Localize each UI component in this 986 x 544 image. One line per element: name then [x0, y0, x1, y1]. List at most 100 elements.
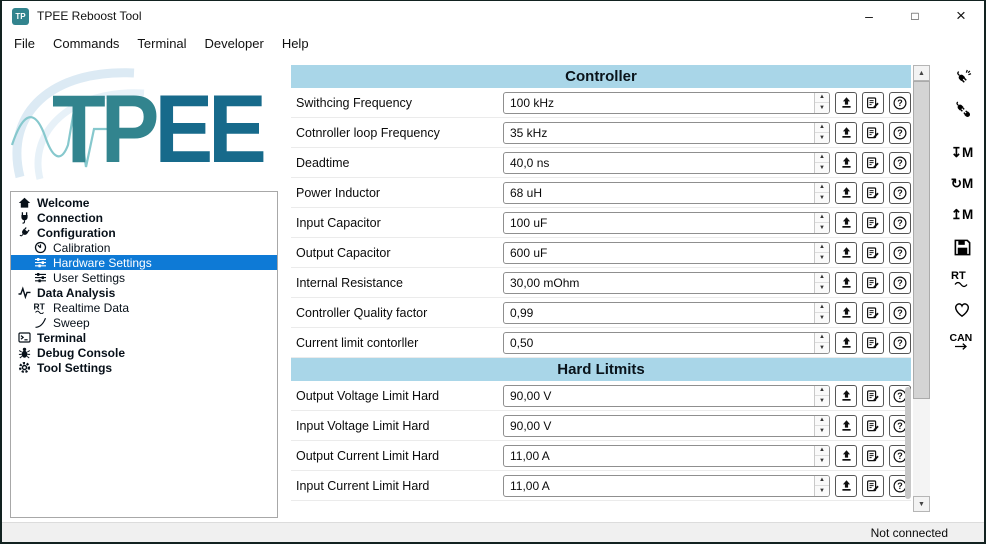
sidebar-item-terminal[interactable]: Terminal — [11, 330, 277, 345]
sidebar-item-user-settings[interactable]: User Settings — [11, 270, 277, 285]
spin-down-button[interactable]: ▼ — [815, 193, 829, 203]
help-button[interactable]: ? — [889, 151, 911, 174]
spin-down-button[interactable]: ▼ — [815, 456, 829, 466]
eeprom-write-button[interactable] — [862, 121, 884, 144]
help-button[interactable]: ? — [889, 211, 911, 234]
menu-developer[interactable]: Developer — [196, 33, 273, 54]
help-button[interactable]: ? — [889, 301, 911, 324]
sidebar-item-sweep[interactable]: Sweep — [11, 315, 277, 330]
cotnroller-loop-frequency-input[interactable]: 35 kHz ▲ ▼ — [503, 121, 830, 144]
upload-button[interactable] — [835, 414, 857, 437]
help-button[interactable]: ? — [889, 181, 911, 204]
sidebar-item-tool-settings[interactable]: Tool Settings — [11, 360, 277, 375]
menu-help[interactable]: Help — [273, 33, 318, 54]
spin-up-button[interactable]: ▲ — [815, 385, 829, 396]
input-voltage-limit-hard-input[interactable]: 90,00 V ▲ ▼ — [503, 414, 830, 437]
spin-down-button[interactable]: ▼ — [815, 253, 829, 263]
menu-file[interactable]: File — [5, 33, 44, 54]
spin-up-button[interactable]: ▲ — [815, 122, 829, 133]
scroll-down-icon[interactable]: ▼ — [913, 496, 930, 512]
health-button[interactable] — [946, 300, 978, 324]
spin-up-button[interactable]: ▲ — [815, 182, 829, 193]
spin-up-button[interactable]: ▲ — [815, 152, 829, 163]
memory-store-button[interactable]: ↧M — [946, 141, 978, 165]
current-limit-contorller-input[interactable]: 0,50 ▲ ▼ — [503, 331, 830, 354]
internal-resistance-input[interactable]: 30,00 mOhm ▲ ▼ — [503, 271, 830, 294]
spin-up-button[interactable]: ▲ — [815, 92, 829, 103]
inner-scrollbar-thumb[interactable] — [905, 387, 911, 499]
input-capacitor-input[interactable]: 100 uF ▲ ▼ — [503, 211, 830, 234]
spin-up-button[interactable]: ▲ — [815, 475, 829, 486]
eeprom-write-button[interactable] — [862, 301, 884, 324]
spin-down-button[interactable]: ▼ — [815, 426, 829, 436]
menu-commands[interactable]: Commands — [44, 33, 128, 54]
help-button[interactable]: ? — [889, 121, 911, 144]
save-button[interactable] — [946, 238, 978, 262]
spin-up-button[interactable]: ▲ — [815, 302, 829, 313]
sidebar-item-realtime-data[interactable]: RT Realtime Data — [11, 300, 277, 315]
sidebar-item-connection[interactable]: Connection — [11, 210, 277, 225]
help-button[interactable]: ? — [889, 331, 911, 354]
eeprom-write-button[interactable] — [862, 444, 884, 467]
help-button[interactable]: ? — [889, 91, 911, 114]
memory-load-button[interactable]: ↥M — [946, 203, 978, 227]
spin-down-button[interactable]: ▼ — [815, 396, 829, 406]
spin-down-button[interactable]: ▼ — [815, 223, 829, 233]
help-button[interactable]: ? — [889, 241, 911, 264]
upload-button[interactable] — [835, 151, 857, 174]
output-voltage-limit-hard-input[interactable]: 90,00 V ▲ ▼ — [503, 384, 830, 407]
spin-down-button[interactable]: ▼ — [815, 343, 829, 353]
upload-button[interactable] — [835, 444, 857, 467]
sidebar-item-data-analysis[interactable]: Data Analysis — [11, 285, 277, 300]
eeprom-write-button[interactable] — [862, 91, 884, 114]
spin-down-button[interactable]: ▼ — [815, 163, 829, 173]
can-button[interactable]: CAN — [946, 331, 978, 355]
spin-down-button[interactable]: ▼ — [815, 103, 829, 113]
spin-up-button[interactable]: ▲ — [815, 332, 829, 343]
upload-button[interactable] — [835, 384, 857, 407]
eeprom-write-button[interactable] — [862, 384, 884, 407]
input-current-limit-hard-input[interactable]: 11,00 A ▲ ▼ — [503, 474, 830, 497]
upload-button[interactable] — [835, 181, 857, 204]
sidebar-item-hardware-settings[interactable]: Hardware Settings — [11, 255, 277, 270]
upload-button[interactable] — [835, 121, 857, 144]
sidebar-item-configuration[interactable]: Configuration — [11, 225, 277, 240]
scroll-up-icon[interactable]: ▲ — [913, 65, 930, 81]
output-current-limit-hard-input[interactable]: 11,00 A ▲ ▼ — [503, 444, 830, 467]
spin-up-button[interactable]: ▲ — [815, 212, 829, 223]
power-inductor-input[interactable]: 68 uH ▲ ▼ — [503, 181, 830, 204]
eeprom-write-button[interactable] — [862, 414, 884, 437]
spin-up-button[interactable]: ▲ — [815, 272, 829, 283]
close-button[interactable]: × — [938, 1, 984, 31]
maximize-button[interactable]: □ — [892, 1, 938, 31]
eeprom-write-button[interactable] — [862, 211, 884, 234]
spin-up-button[interactable]: ▲ — [815, 242, 829, 253]
deadtime-input[interactable]: 40,0 ns ▲ ▼ — [503, 151, 830, 174]
realtime-button[interactable]: RT — [946, 269, 978, 293]
help-button[interactable]: ? — [889, 271, 911, 294]
controller-quality-factor-input[interactable]: 0,99 ▲ ▼ — [503, 301, 830, 324]
eeprom-write-button[interactable] — [862, 241, 884, 264]
upload-button[interactable] — [835, 211, 857, 234]
connect-button[interactable] — [946, 69, 978, 93]
disconnect-button[interactable] — [946, 100, 978, 124]
upload-button[interactable] — [835, 91, 857, 114]
eeprom-write-button[interactable] — [862, 151, 884, 174]
sidebar-item-debug-console[interactable]: Debug Console — [11, 345, 277, 360]
main-scrollbar[interactable]: ▲ ▼ — [913, 65, 930, 512]
spin-down-button[interactable]: ▼ — [815, 486, 829, 496]
spin-down-button[interactable]: ▼ — [815, 283, 829, 293]
spin-up-button[interactable]: ▲ — [815, 415, 829, 426]
upload-button[interactable] — [835, 474, 857, 497]
eeprom-write-button[interactable] — [862, 331, 884, 354]
memory-reload-button[interactable]: ↻M — [946, 172, 978, 196]
eeprom-write-button[interactable] — [862, 474, 884, 497]
swithcing-frequency-input[interactable]: 100 kHz ▲ ▼ — [503, 91, 830, 114]
upload-button[interactable] — [835, 241, 857, 264]
menu-terminal[interactable]: Terminal — [128, 33, 195, 54]
sidebar-item-calibration[interactable]: Calibration — [11, 240, 277, 255]
spin-down-button[interactable]: ▼ — [815, 313, 829, 323]
scrollbar-track[interactable] — [913, 81, 930, 496]
scrollbar-thumb[interactable] — [913, 81, 930, 399]
output-capacitor-input[interactable]: 600 uF ▲ ▼ — [503, 241, 830, 264]
